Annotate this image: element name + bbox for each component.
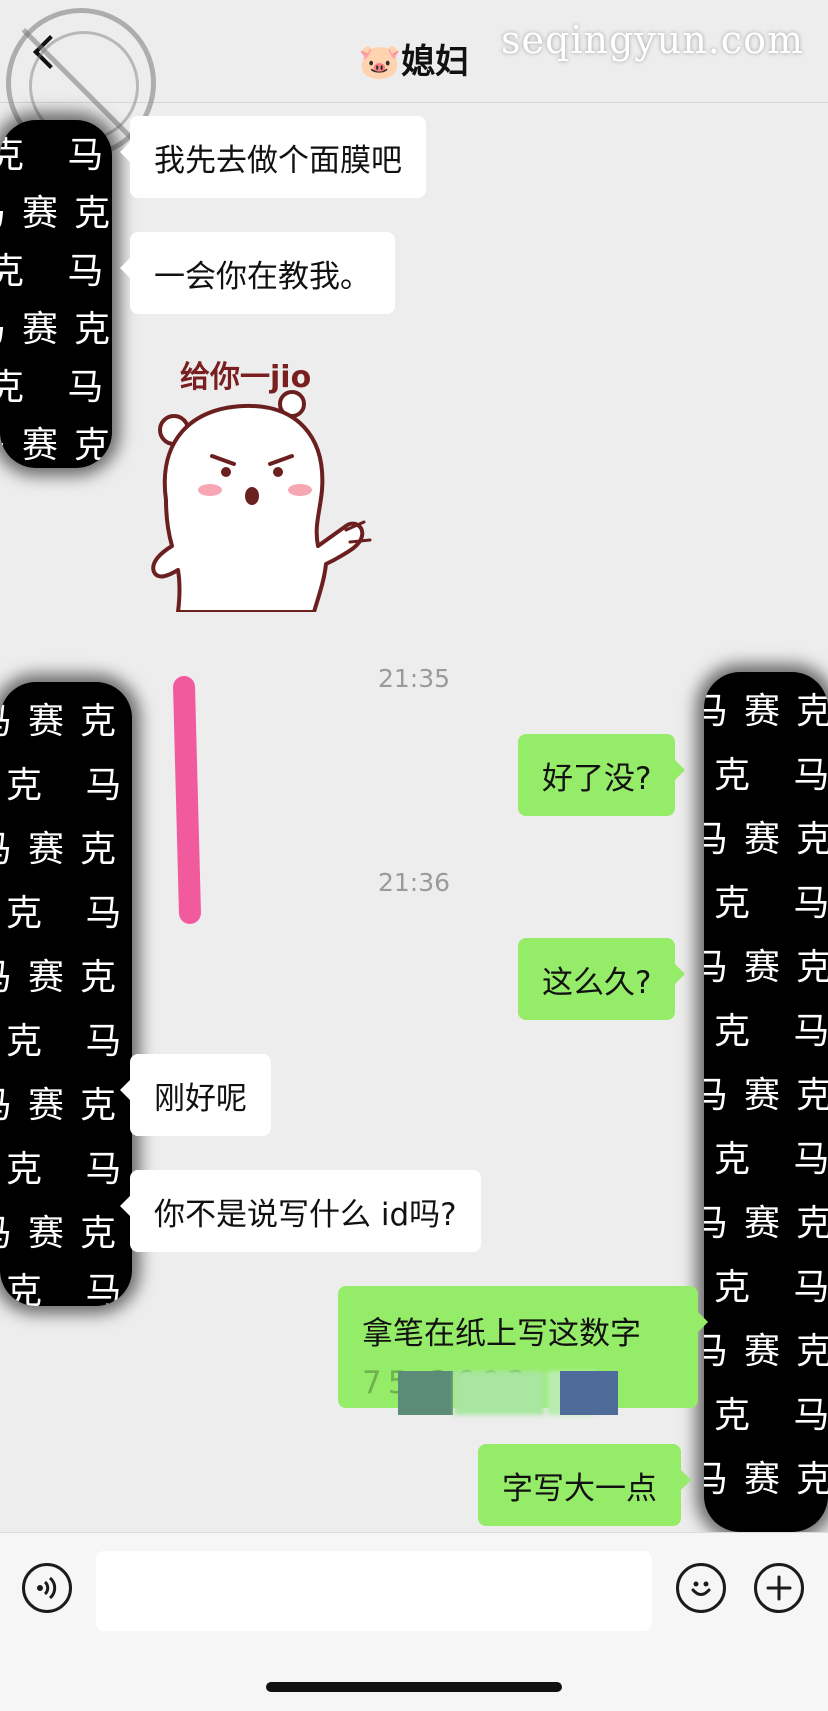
mask-row: 马赛克 — [0, 1213, 132, 1254]
home-indicator — [266, 1682, 562, 1692]
mask-row: 马赛克 — [0, 309, 112, 350]
mask-row: 马赛克 — [0, 425, 112, 466]
mask-row: 克 马 — [0, 135, 112, 176]
emoji-button[interactable] — [676, 1563, 726, 1613]
redaction-block — [560, 1371, 618, 1415]
mask-row: 克 马 — [6, 1021, 132, 1062]
plus-button[interactable] — [754, 1563, 804, 1613]
mask-row: 马赛克 — [0, 957, 132, 998]
timestamp: 21:36 — [377, 868, 451, 897]
mosaic-mask-right: 马赛克 克 马 马赛克 克 马 马赛克 克 马 马赛克 克 马 马赛克 克 马 … — [704, 672, 828, 1532]
mask-row: 克 马 — [6, 1271, 132, 1306]
mask-row: 马赛克 — [0, 701, 132, 742]
message-text: 刚好呢 — [154, 1080, 247, 1117]
mask-row: 马赛克 — [0, 193, 112, 234]
outgoing-message-redacted[interactable]: 拿笔在纸上写这数字 75 3603 — [338, 1286, 708, 1415]
mask-row: 克 马 — [6, 1149, 132, 1190]
mask-row: 克 马 — [714, 755, 828, 796]
mosaic-mask-left-bottom: 马赛克 克 马 马赛克 克 马 马赛克 克 马 马赛克 克 马 马赛克 克 马 — [0, 682, 132, 1306]
redacted-number-line: 75 3603 — [362, 1365, 674, 1415]
redaction-blur — [454, 1371, 544, 1415]
message-text: 字写大一点 — [502, 1470, 657, 1507]
voice-button[interactable] — [22, 1563, 72, 1613]
bear-kick-sticker — [151, 390, 372, 612]
incoming-message[interactable]: 我先去做个面膜吧 — [120, 116, 426, 198]
message-text: 我先去做个面膜吧 — [154, 142, 402, 179]
message-text: 这么久? — [542, 964, 652, 1001]
mask-row: 克 马 — [6, 765, 132, 806]
mask-row: 马赛克 — [704, 819, 828, 860]
message-text: 好了没? — [542, 760, 652, 797]
outgoing-message[interactable]: 这么久? — [518, 938, 686, 1020]
outgoing-message[interactable]: 好了没? — [518, 734, 686, 816]
mask-row: 克 马 — [714, 1267, 828, 1308]
message-text: 拿笔在纸上写这数字 — [362, 1316, 641, 1352]
mask-row: 马赛克 — [704, 947, 828, 988]
timestamp: 21:35 — [377, 664, 451, 693]
mask-row: 克 马 — [0, 251, 112, 292]
mask-row: 马赛克 — [0, 1085, 132, 1126]
mask-row: 马赛克 — [704, 1075, 828, 1116]
watermark-site-text: seqingyun.com — [501, 18, 804, 62]
message-text: 你不是说写什么 id吗? — [154, 1196, 457, 1233]
incoming-message[interactable]: 你不是说写什么 id吗? — [120, 1170, 481, 1252]
incoming-message[interactable]: 刚好呢 — [120, 1054, 271, 1136]
mosaic-mask-left-top: 克 马 马赛克 克 马 马赛克 克 马 马赛克 — [0, 120, 112, 468]
mask-row: 马赛克 — [704, 1331, 828, 1372]
mask-row: 克 马 — [714, 1395, 828, 1436]
voice-icon — [37, 1576, 57, 1600]
mask-row: 马赛克 — [704, 1203, 828, 1244]
mask-row: 克 马 — [714, 1139, 828, 1180]
redaction-block — [398, 1371, 453, 1415]
incoming-message[interactable]: 一会你在教我。 — [120, 232, 395, 314]
message-input[interactable] — [96, 1551, 652, 1631]
message-text: 一会你在教我。 — [154, 258, 371, 295]
mask-row: 克 马 — [714, 1011, 828, 1052]
plus-icon — [766, 1575, 792, 1601]
mask-row: 马赛克 — [704, 1459, 828, 1500]
emoji-icon — [691, 1581, 711, 1596]
outgoing-message[interactable]: 字写大一点 — [478, 1444, 691, 1526]
mask-row: 马赛克 — [0, 829, 132, 870]
mask-row: 克 马 — [0, 367, 112, 408]
